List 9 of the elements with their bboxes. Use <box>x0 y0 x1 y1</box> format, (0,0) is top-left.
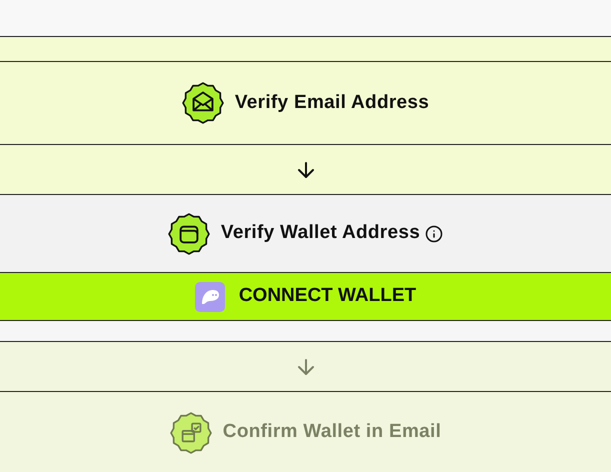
connect-wallet-button[interactable]: CONNECT WALLET <box>0 273 611 321</box>
badge-icon <box>168 212 210 254</box>
step-title: Verify Wallet Address <box>220 221 420 246</box>
step-title: Confirm Wallet in Email <box>222 420 442 444</box>
info-icon[interactable] <box>425 224 444 242</box>
badge-icon <box>182 82 224 124</box>
step-title: Verify Email Address <box>234 90 430 115</box>
badge-icon <box>170 412 212 454</box>
ghost-logo-icon <box>194 282 225 312</box>
